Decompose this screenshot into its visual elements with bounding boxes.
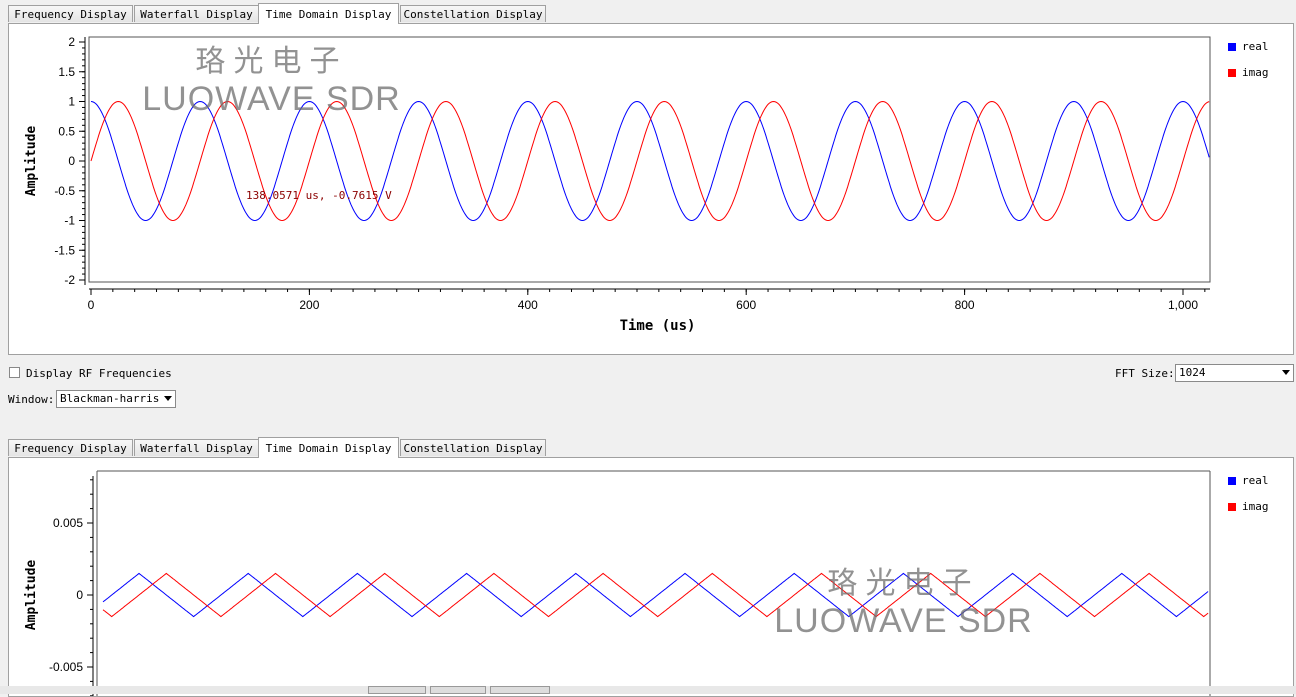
y-tick-label: -0.005 bbox=[49, 660, 83, 674]
y-tick-label: 0.5 bbox=[58, 124, 75, 138]
x-tick-label: 800 bbox=[955, 298, 975, 312]
series-line-imag bbox=[90, 100, 1210, 222]
tab-frequency-display[interactable]: Frequency Display bbox=[8, 5, 133, 22]
top-plot-panel: 2 1.5 1 0.5 0 -0.5 -1 -1.5 -2 Amplitude 0 200 400 600… bbox=[8, 23, 1294, 355]
window-label: Window: bbox=[8, 393, 55, 406]
legend-swatch-icon bbox=[1228, 477, 1236, 485]
y-tick-label: -1 bbox=[64, 214, 75, 228]
tab-frequency-display[interactable]: Frequency Display bbox=[8, 439, 133, 456]
bottom-plot[interactable]: 0.005 0 -0.005 Amplitude bbox=[9, 458, 1293, 696]
display-rf-label: Display RF Frequencies bbox=[26, 367, 172, 380]
y-tick-label: -0.5 bbox=[54, 184, 75, 198]
series-line-real bbox=[102, 572, 1209, 618]
horizontal-scrollbar[interactable] bbox=[0, 686, 1296, 694]
legend-label: imag bbox=[1242, 500, 1269, 513]
legend-label: real bbox=[1242, 40, 1269, 53]
y-tick-label: 2 bbox=[68, 35, 75, 49]
legend-swatch-icon bbox=[1228, 69, 1236, 77]
fft-size-value: 1024 bbox=[1179, 366, 1206, 379]
bottom-tabbar: Frequency Display Waterfall Display Time… bbox=[8, 437, 548, 458]
bottom-legend-real: real bbox=[1228, 474, 1269, 487]
y-tick-label: 1.5 bbox=[58, 65, 75, 79]
tab-time-domain-display[interactable]: Time Domain Display bbox=[258, 3, 399, 24]
tab-constellation-display[interactable]: Constellation Display bbox=[400, 5, 546, 22]
y-tick-label: 0.005 bbox=[53, 516, 83, 530]
y-tick-label: -2 bbox=[64, 273, 75, 287]
y-tick-label: 0 bbox=[76, 588, 83, 602]
scrollbar-button[interactable] bbox=[430, 686, 486, 694]
scrollbar-button[interactable] bbox=[368, 686, 426, 694]
window-value: Blackman-harris bbox=[60, 392, 160, 405]
x-tick-label: 200 bbox=[299, 298, 319, 312]
fft-size-label: FFT Size: bbox=[1115, 367, 1175, 380]
top-tabbar: Frequency Display Waterfall Display Time… bbox=[8, 3, 548, 24]
tab-waterfall-display[interactable]: Waterfall Display bbox=[134, 439, 259, 456]
top-plot[interactable]: 2 1.5 1 0.5 0 -0.5 -1 -1.5 -2 Amplitude 0 200 400 600… bbox=[9, 24, 1293, 354]
y-tick-label: 1 bbox=[68, 95, 75, 109]
fft-size-select[interactable]: 1024 bbox=[1175, 364, 1294, 382]
x-tick-label: 0 bbox=[88, 298, 95, 312]
top-plot-svg: 2 1.5 1 0.5 0 -0.5 -1 -1.5 -2 Amplitude 0 200 400 600… bbox=[24, 35, 1211, 334]
chevron-down-icon bbox=[1282, 370, 1290, 375]
legend-label: real bbox=[1242, 474, 1269, 487]
tab-time-domain-display[interactable]: Time Domain Display bbox=[258, 437, 399, 458]
bottom-legend-imag: imag bbox=[1228, 500, 1269, 513]
cursor-readout: 138.0571 us, -0.7615 V bbox=[246, 189, 392, 202]
x-axis-label: Time (us) bbox=[620, 318, 696, 334]
tab-constellation-display[interactable]: Constellation Display bbox=[400, 439, 546, 456]
x-tick-label: 400 bbox=[518, 298, 538, 312]
bottom-plot-svg: 0.005 0 -0.005 Amplitude bbox=[24, 470, 1211, 696]
tab-waterfall-display[interactable]: Waterfall Display bbox=[134, 5, 259, 22]
legend-swatch-icon bbox=[1228, 43, 1236, 51]
legend-swatch-icon bbox=[1228, 503, 1236, 511]
y-axis-label: Amplitude bbox=[24, 126, 39, 197]
bottom-plot-panel: 0.005 0 -0.005 Amplitude real imag 珞光电子 LUO… bbox=[8, 457, 1294, 697]
y-tick-label: -1.5 bbox=[54, 243, 75, 257]
top-legend-real: real bbox=[1228, 40, 1269, 53]
display-rf-checkbox[interactable] bbox=[9, 367, 20, 378]
scrollbar-button[interactable] bbox=[490, 686, 550, 694]
legend-label: imag bbox=[1242, 66, 1269, 79]
top-legend-imag: imag bbox=[1228, 66, 1269, 79]
y-tick-label: 0 bbox=[68, 154, 75, 168]
x-tick-label: 1,000 bbox=[1168, 298, 1198, 312]
chevron-down-icon bbox=[164, 396, 172, 401]
series-line-imag bbox=[102, 572, 1209, 618]
x-tick-label: 600 bbox=[736, 298, 756, 312]
y-axis-label: Amplitude bbox=[24, 560, 39, 631]
plot-frame bbox=[88, 36, 1211, 283]
window-select[interactable]: Blackman-harris bbox=[56, 390, 176, 408]
